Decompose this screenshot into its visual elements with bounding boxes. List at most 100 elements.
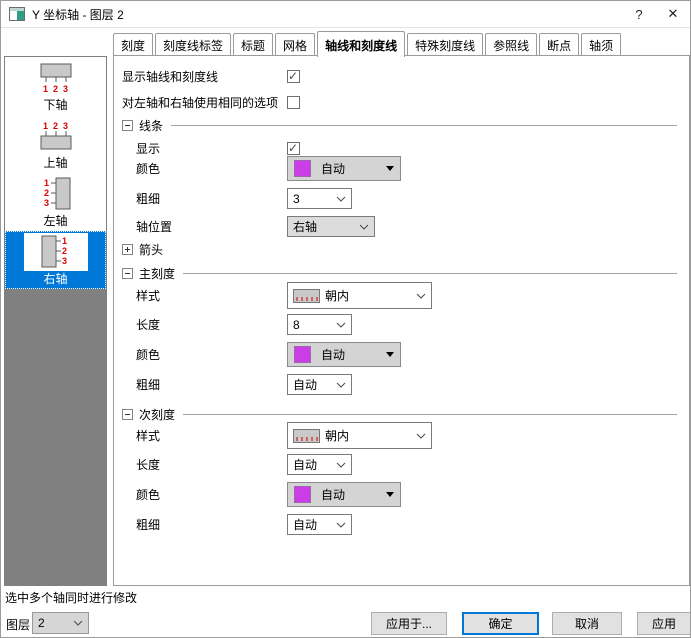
collapse-icon[interactable] bbox=[122, 119, 133, 131]
line-color-dropdown[interactable]: 自动 bbox=[287, 156, 401, 181]
group-divider bbox=[183, 272, 677, 274]
tab-line-and-ticks[interactable]: 轴线和刻度线 bbox=[317, 31, 406, 57]
dropdown-arrow-icon bbox=[386, 352, 394, 357]
right-axis-icon: 123 bbox=[41, 235, 67, 268]
help-button[interactable]: ? bbox=[622, 1, 656, 27]
settings-panel: 显示轴线和刻度线 对左轴和右轴使用相同的选项 线条 显示 颜色 自动 bbox=[113, 55, 690, 586]
layer-label: 图层 bbox=[6, 618, 31, 632]
apply-button[interactable]: 应用 bbox=[637, 612, 690, 635]
chevron-down-icon bbox=[73, 620, 83, 626]
tab-rug[interactable]: 轴须 bbox=[581, 33, 622, 55]
same-options-checkbox[interactable] bbox=[287, 95, 300, 109]
sidebar-item-right-axis[interactable]: 123 右轴 bbox=[5, 231, 106, 289]
sidebar-item-top-axis[interactable]: 123 上轴 bbox=[5, 115, 106, 173]
layer-dropdown[interactable]: 2 bbox=[32, 612, 89, 634]
minor-width-label: 粗细 bbox=[136, 518, 161, 532]
top-axis-icon: 123 bbox=[40, 121, 71, 150]
group-divider bbox=[183, 413, 677, 415]
dropdown-arrow-icon bbox=[386, 492, 394, 497]
axis-selector-list: 123 下轴 123 上轴 123 左轴 123 右轴 bbox=[4, 56, 107, 586]
svg-text:3: 3 bbox=[63, 121, 68, 131]
major-length-value: 8 bbox=[293, 317, 300, 332]
collapse-icon[interactable] bbox=[122, 408, 133, 420]
tab-grid[interactable]: 网格 bbox=[275, 33, 316, 55]
major-color-value: 自动 bbox=[321, 348, 346, 362]
row-same-options: 对左轴和右轴使用相同的选项 bbox=[122, 92, 677, 112]
sidebar-item-left-axis[interactable]: 123 左轴 bbox=[5, 173, 106, 231]
major-style-dropdown[interactable]: 朝内 bbox=[287, 282, 432, 309]
expand-icon[interactable] bbox=[122, 243, 133, 255]
dropdown-arrow-icon bbox=[386, 166, 394, 171]
tab-title[interactable]: 标题 bbox=[233, 33, 274, 55]
chevron-down-icon bbox=[336, 196, 346, 202]
close-button[interactable]: ✕ bbox=[656, 1, 690, 27]
axis-position-dropdown[interactable]: 右轴 bbox=[287, 216, 375, 237]
sidebar-item-label: 右轴 bbox=[43, 272, 68, 286]
row-axis-position: 轴位置 右轴 bbox=[122, 216, 677, 237]
collapse-icon[interactable] bbox=[122, 267, 133, 279]
group-header-minor-ticks: 次刻度 bbox=[122, 405, 677, 423]
axis-position-label: 轴位置 bbox=[136, 220, 173, 234]
tab-special-ticks[interactable]: 特殊刻度线 bbox=[407, 33, 484, 55]
group-minor-title: 次刻度 bbox=[139, 407, 176, 422]
minor-color-dropdown[interactable]: 自动 bbox=[287, 482, 401, 507]
svg-text:1: 1 bbox=[43, 121, 48, 131]
minor-width-dropdown[interactable]: 自动 bbox=[287, 514, 352, 535]
cancel-button[interactable]: 取消 bbox=[552, 612, 622, 635]
bottom-axis-icon: 123 bbox=[40, 63, 71, 94]
svg-text:1: 1 bbox=[62, 236, 67, 246]
svg-text:2: 2 bbox=[53, 121, 58, 131]
minor-length-label: 长度 bbox=[136, 458, 161, 472]
svg-text:3: 3 bbox=[44, 198, 49, 208]
tab-breaks[interactable]: 断点 bbox=[539, 33, 580, 55]
show-axis-checkbox[interactable] bbox=[287, 69, 300, 83]
major-style-label: 样式 bbox=[136, 289, 161, 303]
minor-color-label: 颜色 bbox=[136, 488, 161, 502]
major-color-dropdown[interactable]: 自动 bbox=[287, 342, 401, 367]
row-line-show: 显示 bbox=[122, 138, 677, 158]
ok-button[interactable]: 确定 bbox=[462, 612, 539, 635]
chevron-down-icon bbox=[416, 293, 426, 299]
chevron-down-icon bbox=[416, 433, 426, 439]
row-line-width: 粗细 3 bbox=[122, 188, 677, 209]
row-major-length: 长度 8 bbox=[122, 314, 677, 335]
row-show-axis: 显示轴线和刻度线 bbox=[122, 66, 677, 86]
line-width-label: 粗细 bbox=[136, 192, 161, 206]
line-width-value: 3 bbox=[293, 191, 300, 206]
sidebar-item-bottom-axis[interactable]: 123 下轴 bbox=[5, 57, 106, 115]
row-minor-color: 颜色 自动 bbox=[122, 482, 677, 507]
minor-style-value: 朝内 bbox=[325, 429, 350, 443]
minor-length-dropdown[interactable]: 自动 bbox=[287, 454, 352, 475]
tick-style-in-icon bbox=[293, 288, 320, 303]
apply-to-button[interactable]: 应用于... bbox=[371, 612, 447, 635]
line-color-label: 颜色 bbox=[136, 162, 161, 176]
tab-scale[interactable]: 刻度 bbox=[113, 33, 154, 55]
axis-position-value: 右轴 bbox=[293, 220, 318, 234]
row-major-width: 粗细 自动 bbox=[122, 374, 677, 395]
layer-value: 2 bbox=[38, 616, 45, 630]
line-width-dropdown[interactable]: 3 bbox=[287, 188, 352, 209]
row-minor-width: 粗细 自动 bbox=[122, 514, 677, 535]
major-length-dropdown[interactable]: 8 bbox=[287, 314, 352, 335]
tab-reference-lines[interactable]: 参照线 bbox=[485, 33, 538, 55]
minor-color-value: 自动 bbox=[321, 488, 346, 502]
row-minor-style: 样式 朝内 bbox=[122, 422, 677, 449]
row-arrow-group: 箭头 bbox=[122, 240, 677, 258]
chevron-down-icon bbox=[359, 224, 369, 230]
major-style-value: 朝内 bbox=[325, 289, 350, 303]
tab-tick-labels[interactable]: 刻度线标签 bbox=[155, 33, 232, 55]
svg-text:2: 2 bbox=[53, 84, 58, 94]
major-width-value: 自动 bbox=[293, 378, 318, 392]
minor-style-dropdown[interactable]: 朝内 bbox=[287, 422, 432, 449]
line-show-label: 显示 bbox=[136, 141, 161, 156]
left-axis-icon: 123 bbox=[44, 177, 70, 210]
row-line-color: 颜色 自动 bbox=[122, 156, 677, 181]
sidebar-item-label: 左轴 bbox=[43, 214, 68, 228]
tab-strip: 刻度 刻度线标签 标题 网格 轴线和刻度线 特殊刻度线 参照线 断点 轴须 bbox=[113, 31, 622, 57]
chevron-down-icon bbox=[336, 322, 346, 328]
major-width-label: 粗细 bbox=[136, 378, 161, 392]
group-line-title: 线条 bbox=[139, 118, 164, 133]
group-divider bbox=[171, 124, 677, 126]
line-show-checkbox[interactable] bbox=[287, 141, 300, 155]
major-width-dropdown[interactable]: 自动 bbox=[287, 374, 352, 395]
